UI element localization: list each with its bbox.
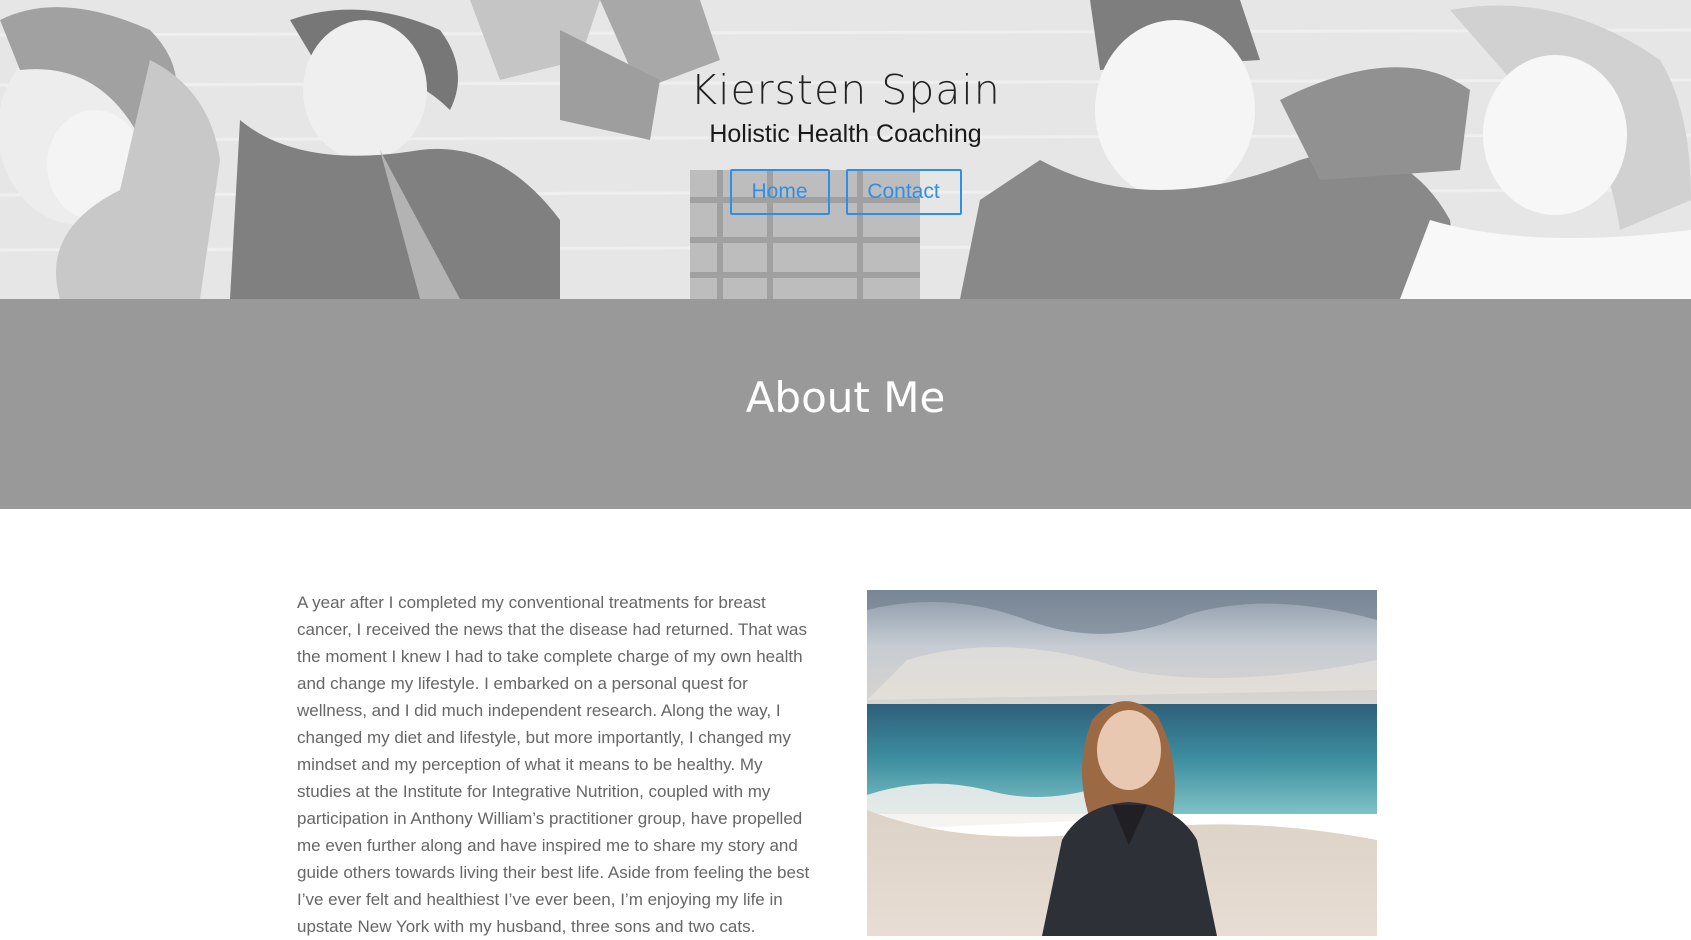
about-bio-text: A year after I completed my conventional…: [297, 593, 810, 936]
hero-header: Kiersten Spain Holistic Health Coaching …: [0, 0, 1691, 299]
nav-contact-button[interactable]: Contact: [845, 169, 962, 215]
main-navigation: Home Contact: [0, 169, 1691, 215]
about-heading: About Me: [745, 373, 946, 422]
portrait-photo-beach: [867, 590, 1377, 936]
hero-overlay: [0, 0, 1691, 299]
site-title[interactable]: Kiersten Spain: [0, 66, 1691, 114]
nav-home-button[interactable]: Home: [729, 169, 830, 215]
site-tagline: Holistic Health Coaching: [709, 120, 982, 148]
